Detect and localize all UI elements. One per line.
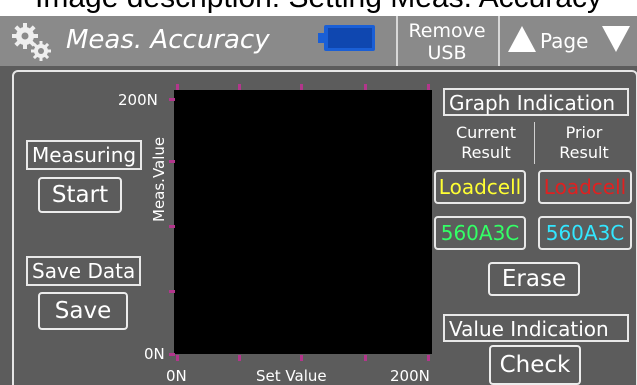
x-tick: [176, 84, 179, 90]
y-tick: [169, 160, 175, 163]
y-tick: [169, 225, 175, 228]
save-button[interactable]: Save: [38, 292, 128, 330]
result-divider: [534, 122, 535, 164]
settings-gear-icon[interactable]: [10, 22, 54, 62]
y-axis-max: 200N: [118, 91, 158, 109]
x-tick: [364, 84, 367, 90]
graph-plot-area: [174, 90, 432, 354]
x-tick: [300, 84, 303, 90]
x-tick: [238, 355, 241, 361]
page-navigation: Page: [500, 16, 637, 66]
start-button[interactable]: Start: [38, 177, 122, 213]
value-indication-title: Value Indication: [443, 314, 629, 342]
y-tick: [169, 353, 175, 356]
battery-icon: [318, 25, 375, 51]
x-axis-max: 200N: [390, 367, 430, 385]
graph-indication-title: Graph Indication: [443, 88, 629, 116]
x-axis-label: Set Value: [256, 367, 327, 385]
page-title: Meas. Accuracy: [66, 25, 270, 55]
y-tick: [169, 290, 175, 293]
x-tick: [427, 355, 430, 361]
current-result-line2: Result: [461, 143, 511, 162]
measuring-label: Measuring: [26, 140, 143, 170]
remove-usb-line1: Remove: [408, 20, 486, 42]
erase-button[interactable]: Erase: [488, 262, 580, 296]
check-button[interactable]: Check: [489, 345, 581, 385]
prior-loadcell-button[interactable]: Loadcell: [538, 170, 632, 204]
current-result-line1: Current: [455, 123, 517, 142]
x-tick: [300, 355, 303, 361]
save-data-label: Save Data: [26, 256, 142, 286]
current-loadcell-button[interactable]: Loadcell: [434, 170, 526, 204]
remove-usb-button[interactable]: Remove USB: [398, 16, 496, 66]
x-tick: [364, 355, 367, 361]
current-sensor-button[interactable]: 560A3C: [434, 216, 526, 250]
page-down-icon[interactable]: [600, 24, 632, 54]
current-result-label: Current Result: [440, 123, 532, 163]
prior-result-line2: Result: [559, 143, 609, 162]
page-label: Page: [540, 29, 589, 53]
y-tick: [169, 98, 175, 101]
page-up-icon[interactable]: [506, 24, 538, 54]
prior-result-label: Prior Result: [538, 123, 630, 163]
prior-sensor-button[interactable]: 560A3C: [538, 216, 632, 250]
y-axis-min: 0N: [144, 345, 165, 363]
x-axis-min: 0N: [166, 367, 187, 385]
x-tick: [238, 84, 241, 90]
prior-result-line1: Prior: [565, 123, 603, 142]
remove-usb-line2: USB: [427, 42, 467, 64]
y-axis-label: Meas.Value: [150, 136, 168, 222]
x-tick: [427, 84, 430, 90]
x-tick: [176, 355, 179, 361]
screen: Image description: Setting Meas. Accurac…: [0, 0, 637, 385]
